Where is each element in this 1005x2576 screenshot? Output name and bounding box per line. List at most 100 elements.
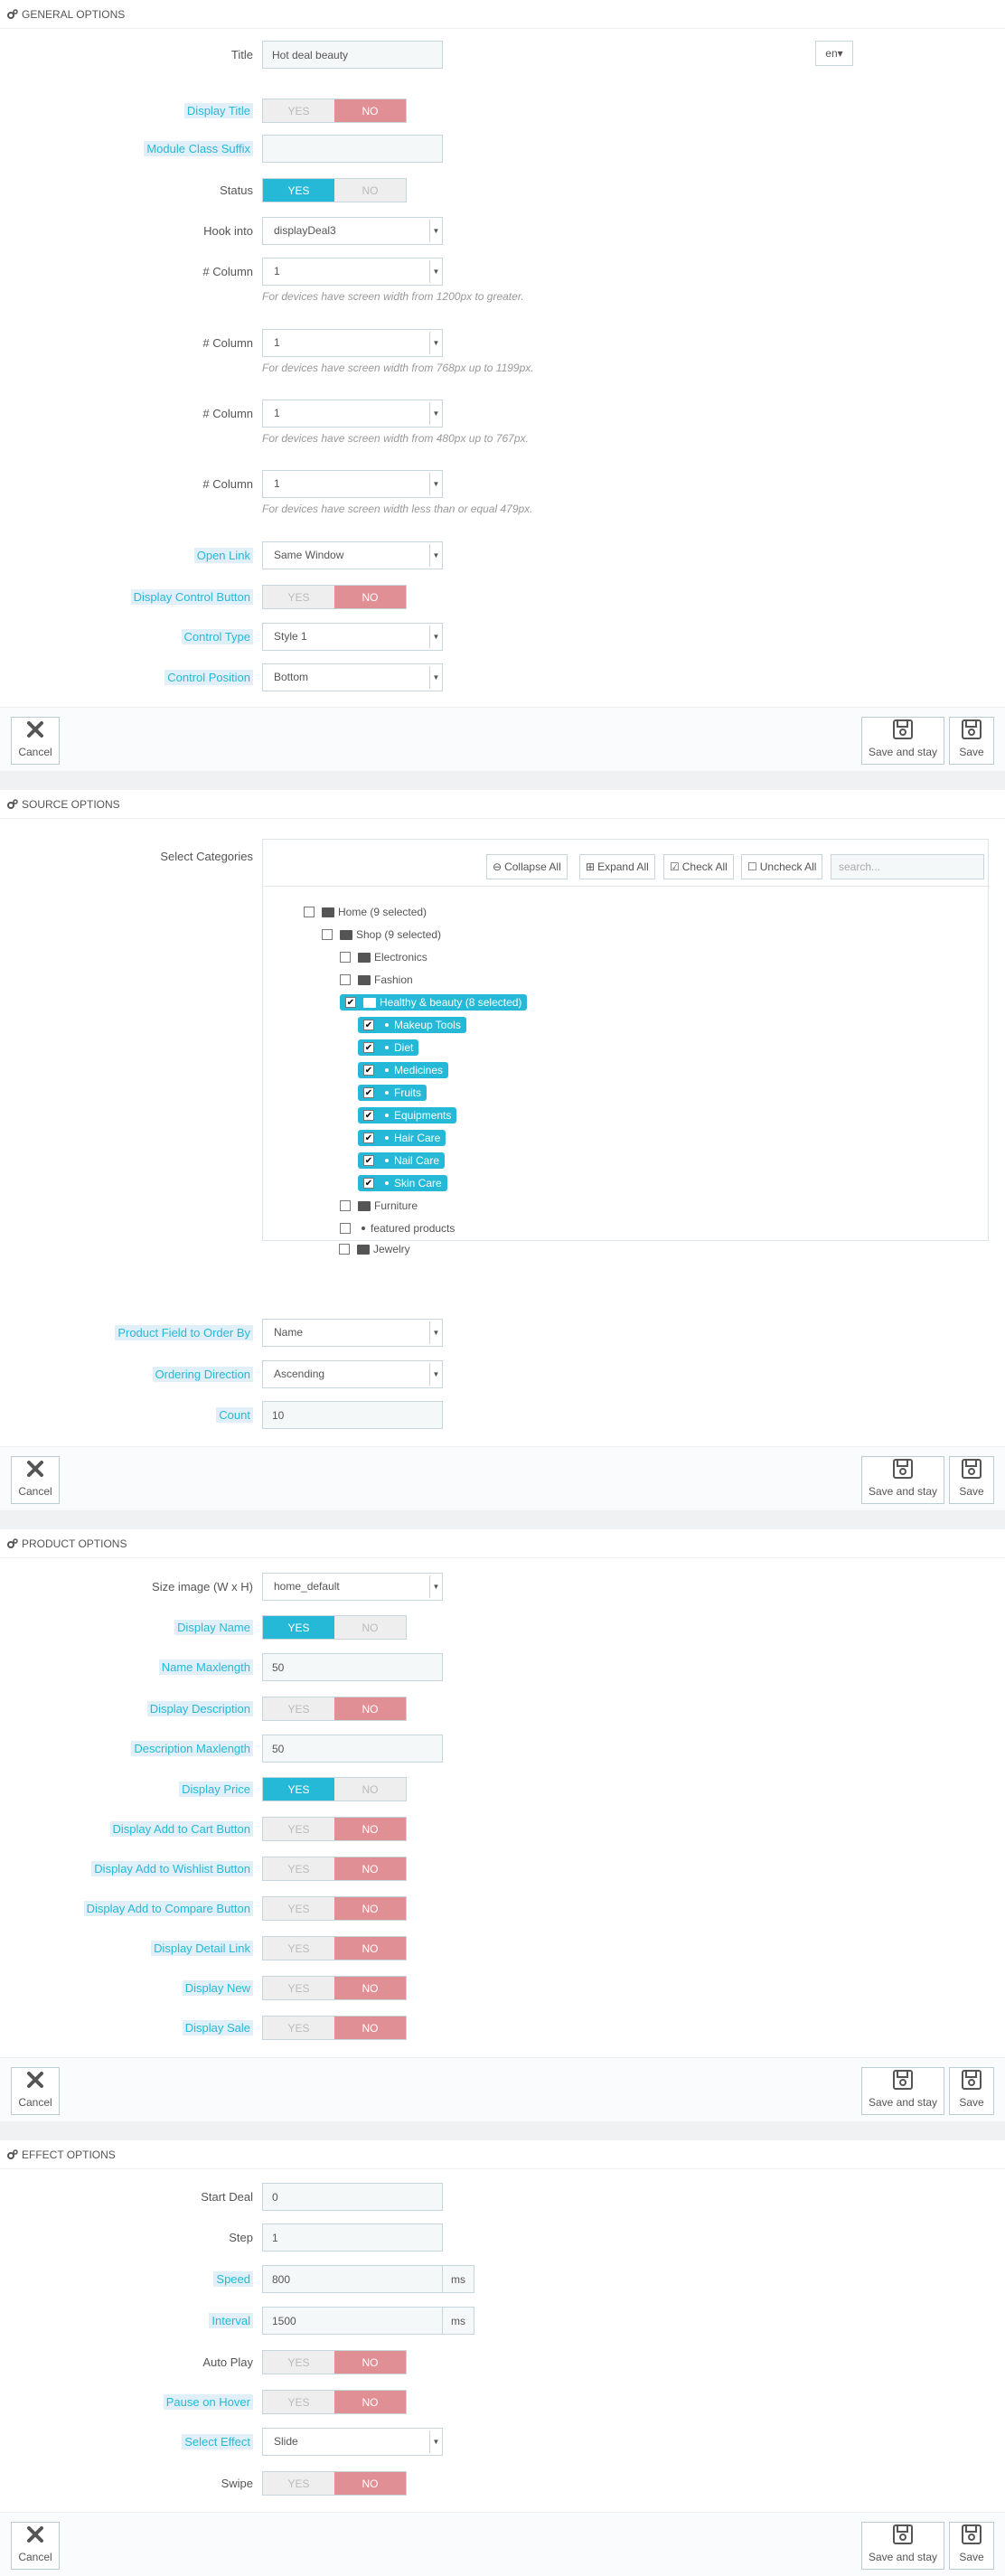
cancel-button[interactable]: Cancel [11, 2522, 60, 2570]
autoplay-toggle[interactable]: YES NO [262, 2350, 407, 2374]
yes-option[interactable]: YES [263, 99, 334, 122]
yes-option[interactable]: YES [263, 2017, 334, 2039]
tree-node-makeup-tools[interactable]: ✔ Makeup Tools [358, 1016, 466, 1034]
column-select-3[interactable]: 1 ▼ [262, 400, 443, 428]
tree-node-shop[interactable]: Shop (9 selected) [322, 926, 441, 944]
tree-node-equipments[interactable]: ✔ Equipments [358, 1106, 457, 1124]
yes-option[interactable]: YES [263, 1897, 334, 1920]
tree-search-input[interactable]: search... [831, 854, 984, 879]
status-toggle[interactable]: YES NO [262, 178, 407, 202]
save-button[interactable]: Save [949, 1456, 994, 1504]
no-option[interactable]: NO [334, 1818, 406, 1840]
display-sale-toggle[interactable]: YES NO [262, 2016, 407, 2040]
no-option[interactable]: NO [334, 2017, 406, 2039]
tree-node-diet[interactable]: ✔ Diet [358, 1039, 419, 1057]
tree-node-fruits[interactable]: ✔ Fruits [358, 1084, 427, 1102]
save-and-stay-button[interactable]: Save and stay [861, 717, 944, 765]
interval-input[interactable] [262, 2307, 443, 2335]
yes-option[interactable]: YES [263, 586, 334, 608]
no-option[interactable]: NO [334, 2391, 406, 2413]
step-input[interactable] [262, 2223, 443, 2252]
swipe-toggle[interactable]: YES NO [262, 2471, 407, 2496]
tree-node-medicines[interactable]: ✔ Medicines [358, 1061, 449, 1079]
no-option[interactable]: NO [334, 2351, 406, 2374]
no-option[interactable]: NO [334, 586, 406, 608]
display-new-toggle[interactable]: YES NO [262, 1976, 407, 2000]
save-button[interactable]: Save [949, 2522, 994, 2570]
pause-toggle[interactable]: YES NO [262, 2390, 407, 2414]
cancel-button[interactable]: Cancel [11, 2067, 60, 2115]
column-select-1[interactable]: 1 ▼ [262, 258, 443, 286]
count-input[interactable] [262, 1401, 443, 1429]
expand-all-button[interactable]: ⊞ Expand All [579, 854, 655, 879]
check-all-button[interactable]: ☑ Check All [663, 854, 734, 879]
detail-link-toggle[interactable]: YES NO [262, 1936, 407, 1960]
no-option[interactable]: NO [334, 179, 406, 202]
no-option[interactable]: NO [334, 1778, 406, 1800]
desc-max-input[interactable] [262, 1735, 443, 1763]
cancel-button[interactable]: Cancel [11, 717, 60, 765]
no-option[interactable]: NO [334, 2472, 406, 2495]
no-option[interactable]: NO [334, 1616, 406, 1639]
save-and-stay-button[interactable]: Save and stay [861, 2067, 944, 2115]
hook-select[interactable]: displayDeal3 ▼ [262, 217, 443, 245]
add-wishlist-toggle[interactable]: YES NO [262, 1857, 407, 1881]
uncheck-all-button[interactable]: ☐ Uncheck All [741, 854, 823, 879]
yes-option[interactable]: YES [263, 1937, 334, 1960]
speed-input[interactable] [262, 2265, 443, 2293]
tree-node-healthy-beauty[interactable]: ✔ Healthy & beauty (8 selected) [340, 993, 528, 1011]
yes-option[interactable]: YES [263, 2472, 334, 2495]
yes-option[interactable]: YES [263, 2391, 334, 2413]
display-name-toggle[interactable]: YES NO [262, 1615, 407, 1640]
add-compare-toggle[interactable]: YES NO [262, 1896, 407, 1921]
tree-node-featured[interactable]: featured products [340, 1219, 455, 1237]
yes-option[interactable]: YES [263, 179, 334, 202]
tree-node-jewelry[interactable]: Jewelry [339, 1240, 410, 1258]
open-link-select[interactable]: Same Window ▼ [262, 541, 443, 569]
tree-node-home[interactable]: Home (9 selected) [304, 903, 427, 921]
save-button[interactable]: Save [949, 717, 994, 765]
control-position-select[interactable]: Bottom ▼ [262, 663, 443, 691]
size-select[interactable]: home_default ▼ [262, 1573, 443, 1601]
start-deal-input[interactable] [262, 2183, 443, 2211]
yes-option[interactable]: YES [263, 1857, 334, 1880]
no-option[interactable]: NO [334, 99, 406, 122]
yes-option[interactable]: YES [263, 1818, 334, 1840]
language-dropdown[interactable]: en ▾ [815, 41, 853, 66]
tree-node-furniture[interactable]: Furniture [340, 1197, 418, 1215]
no-option[interactable]: NO [334, 1857, 406, 1880]
yes-option[interactable]: YES [263, 2351, 334, 2374]
no-option[interactable]: NO [334, 1977, 406, 1999]
name-max-input[interactable] [262, 1653, 443, 1681]
yes-option[interactable]: YES [263, 1977, 334, 1999]
yes-option[interactable]: YES [263, 1778, 334, 1800]
tree-node-skin-care[interactable]: ✔ Skin Care [358, 1174, 447, 1192]
tree-node-hair-care[interactable]: ✔ Hair Care [358, 1129, 446, 1147]
save-and-stay-button[interactable]: Save and stay [861, 1456, 944, 1504]
module-class-input[interactable] [262, 135, 443, 163]
yes-option[interactable]: YES [263, 1697, 334, 1720]
no-option[interactable]: NO [334, 1697, 406, 1720]
display-price-toggle[interactable]: YES NO [262, 1777, 407, 1801]
display-desc-toggle[interactable]: YES NO [262, 1697, 407, 1721]
tree-node-nail-care[interactable]: ✔ Nail Care [358, 1152, 446, 1170]
tree-node-electronics[interactable]: Electronics [340, 948, 427, 966]
no-option[interactable]: NO [334, 1897, 406, 1920]
no-option[interactable]: NO [334, 1937, 406, 1960]
order-by-select[interactable]: Name ▼ [262, 1319, 443, 1347]
tree-node-fashion[interactable]: Fashion [340, 971, 413, 989]
add-cart-toggle[interactable]: YES NO [262, 1817, 407, 1841]
display-control-toggle[interactable]: YES NO [262, 585, 407, 609]
display-title-toggle[interactable]: YES NO [262, 99, 407, 123]
title-input[interactable] [262, 41, 443, 69]
cancel-button[interactable]: Cancel [11, 1456, 60, 1504]
control-type-select[interactable]: Style 1 ▼ [262, 623, 443, 651]
direction-select[interactable]: Ascending ▼ [262, 1360, 443, 1388]
effect-select[interactable]: Slide ▼ [262, 2428, 443, 2456]
save-and-stay-button[interactable]: Save and stay [861, 2522, 944, 2570]
column-select-2[interactable]: 1 ▼ [262, 329, 443, 357]
collapse-all-button[interactable]: ⊖ Collapse All [486, 854, 568, 879]
save-button[interactable]: Save [949, 2067, 994, 2115]
yes-option[interactable]: YES [263, 1616, 334, 1639]
column-select-4[interactable]: 1 ▼ [262, 470, 443, 498]
